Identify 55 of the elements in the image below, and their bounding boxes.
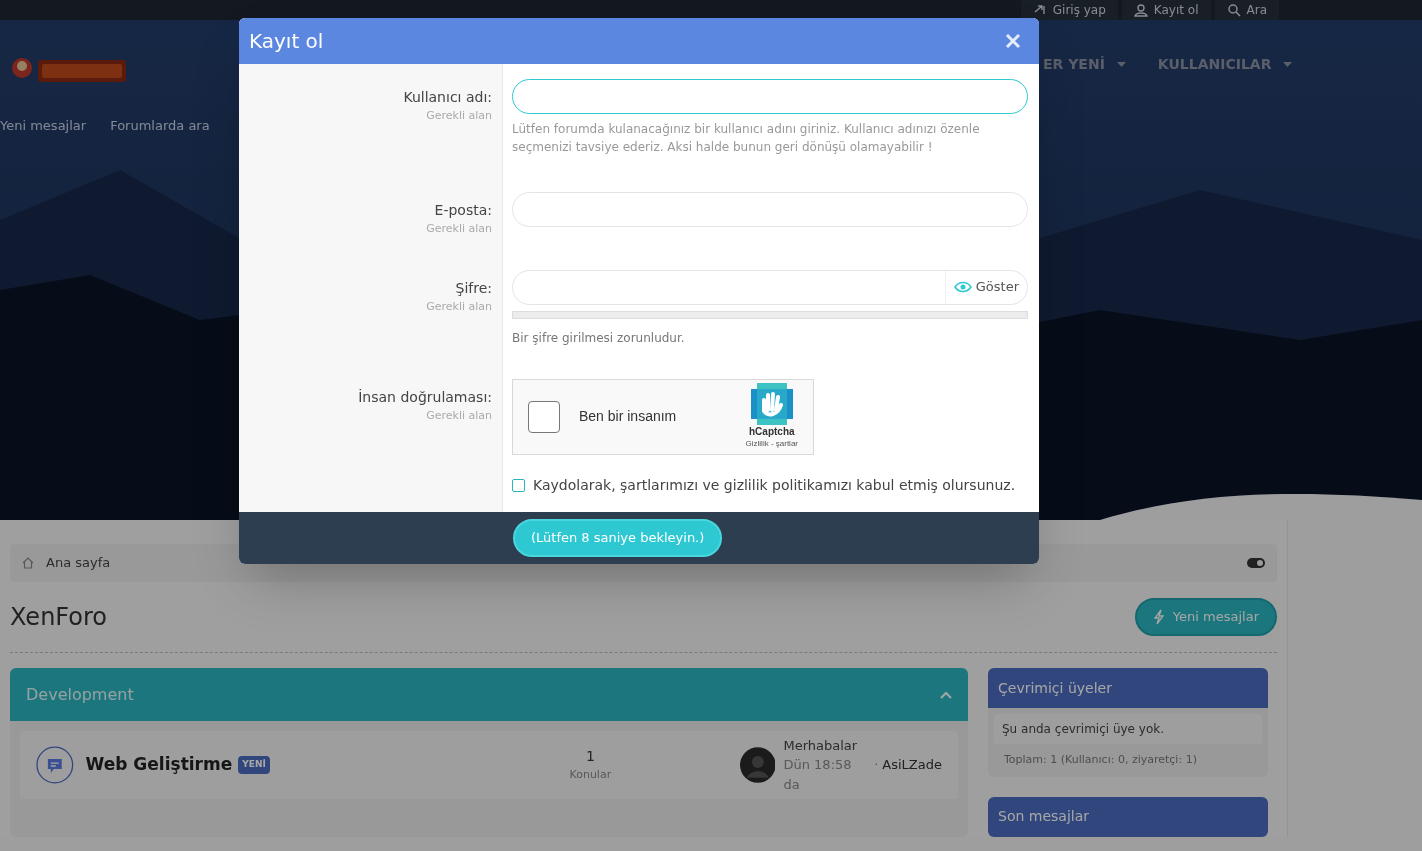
agreement-checkbox[interactable]: [512, 478, 525, 492]
close-button[interactable]: [1003, 31, 1023, 51]
widget-title: Çevrimiçi üyeler: [988, 668, 1268, 708]
nav-link[interactable]: Yeni mesajlar: [0, 116, 87, 136]
nav-link[interactable]: Forumlarda ara: [110, 116, 210, 136]
widget-title: Son mesajlar: [988, 796, 1268, 837]
login-icon: [1032, 3, 1047, 17]
last-post-title[interactable]: Merhabalar: [783, 735, 942, 756]
help-text: Lütfen forumda kulanacağınız bir kullanıcı adını giriniz. Kullanıcı adınızı özenle seçmenizi tavsiye ederiz. Aksi halde bunun geri dönüşü olamayabilir !: [512, 121, 981, 156]
captcha-label: Ben bir insanım: [579, 407, 678, 426]
field-label: İnsan doğrulaması:: [358, 387, 492, 407]
toggle-icon: [1247, 558, 1265, 568]
top-bar-link[interactable]: Ara: [1214, 0, 1279, 20]
caret-icon: [1116, 62, 1126, 67]
search-icon: [1226, 3, 1241, 17]
new-badge: YENİ: [238, 756, 270, 774]
lightning-icon: [1152, 609, 1165, 625]
help-text: Bir şifre girilmesi zorunludur.: [512, 329, 686, 347]
home-icon: [22, 557, 34, 569]
eye-icon: [953, 281, 972, 293]
field-label: E-posta:: [434, 201, 492, 220]
captcha-checkbox[interactable]: [528, 400, 560, 433]
avatar-icon: [739, 747, 776, 783]
category-title: Development: [26, 683, 134, 706]
chevron-up-icon[interactable]: [940, 690, 952, 699]
close-icon: [1005, 33, 1021, 49]
required-hint: Gerekli alan: [426, 108, 492, 124]
chat-bubble-icon: [36, 746, 74, 784]
top-bar-link[interactable]: Giriş yap: [1020, 0, 1118, 20]
required-hint: Gerekli alan: [426, 221, 492, 237]
dialog-title: Kayıt ol: [249, 28, 324, 55]
captcha-links[interactable]: Gizlilik - şartlar: [745, 438, 798, 450]
breadcrumb-link[interactable]: Ana sayfa: [46, 553, 111, 573]
required-hint: Gerekli alan: [426, 407, 492, 424]
password-field[interactable]: Göster: [512, 269, 1028, 305]
caret-icon: [1283, 62, 1293, 67]
required-hint: Gerekli alan: [426, 298, 492, 315]
count-label: Konular: [569, 767, 612, 784]
widget-footer: Toplam: 1 (Kullanıcı: 0, ziyaretçi: 1): [988, 744, 1268, 777]
page-title: XenForo: [10, 602, 107, 633]
top-bar-link[interactable]: Kayıt ol: [1121, 0, 1211, 20]
field-label: Şifre:: [455, 278, 492, 298]
forum-title[interactable]: Web Geliştirme: [85, 752, 233, 778]
agreement-text: Kaydolarak, şartlarımızı ve gizlilik politikamızı kabul etmiş olursunuz.: [533, 475, 1016, 495]
field-label: Kullanıcı adı:: [403, 88, 492, 107]
captcha-brand: hCaptcha: [749, 425, 795, 438]
hand-logo-icon: [750, 383, 793, 425]
separator-dot: ·: [874, 756, 879, 775]
widget-text: Şu anda çevrimiçi üye yok.: [994, 714, 1262, 744]
show-password-button[interactable]: Göster: [944, 270, 1027, 304]
user-icon: [1133, 3, 1148, 17]
last-post-user[interactable]: AsiLZade: [882, 755, 942, 795]
last-post-time: Dün 18:58 da: [783, 756, 853, 794]
thread-count: 1: [585, 747, 595, 767]
text-field[interactable]: [512, 79, 1028, 114]
